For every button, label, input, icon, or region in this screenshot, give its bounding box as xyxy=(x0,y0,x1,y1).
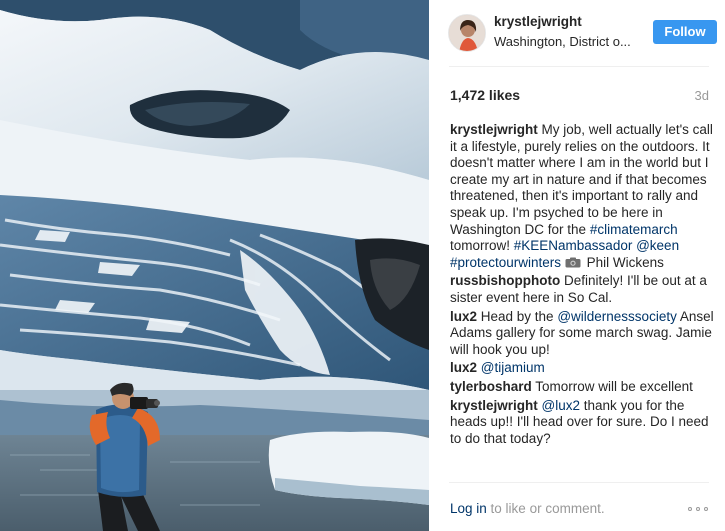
comment-text: Tomorrow will be excellent xyxy=(531,378,693,394)
mention-link[interactable]: @wildernesssociety xyxy=(557,309,677,324)
comment-username[interactable]: tylerboshard xyxy=(450,379,532,394)
caption-text: Phil Wickens xyxy=(582,254,664,270)
follow-button[interactable]: Follow xyxy=(653,20,717,44)
comment-text: Head by the xyxy=(477,308,558,324)
mention-link[interactable]: @tijamium xyxy=(481,360,545,375)
comments-list[interactable]: krystlejwright My job, well actually let… xyxy=(450,122,714,479)
caption-text: My job, well actually let's call it a li… xyxy=(450,122,713,237)
divider xyxy=(449,482,709,483)
comment-username[interactable]: krystlejwright xyxy=(450,398,538,413)
caption-text: tomorrow! xyxy=(450,238,514,254)
mention-link[interactable]: @keen xyxy=(636,238,679,253)
post-photo[interactable] xyxy=(0,0,429,531)
camera-icon xyxy=(565,257,581,268)
comment-item: lux2 Head by the @wildernesssociety Anse… xyxy=(450,309,714,359)
post-header: krystlejwright Washington, District o...… xyxy=(429,0,725,67)
hashtag-link[interactable]: #climatemarch xyxy=(590,222,678,237)
hashtag-link[interactable]: #KEENambassador xyxy=(514,238,633,253)
avatar-image xyxy=(449,15,485,51)
post-author-username[interactable]: krystlejwright xyxy=(494,14,582,29)
post-location[interactable]: Washington, District o... xyxy=(494,34,640,49)
login-prompt-text: to like or comment. xyxy=(486,501,605,516)
comment-username[interactable]: lux2 xyxy=(450,309,477,324)
more-options-icon[interactable] xyxy=(688,504,710,514)
glacier-photo-image xyxy=(0,0,429,531)
comment-username[interactable]: russbishopphoto xyxy=(450,273,560,288)
comment-username[interactable]: lux2 xyxy=(450,360,477,375)
comment-item: tylerboshard Tomorrow will be excellent xyxy=(450,379,714,396)
likes-count[interactable]: 1,472 likes xyxy=(450,87,520,103)
comment-item: krystlejwright @lux2 thank you for the h… xyxy=(450,398,714,448)
post-details-panel: krystlejwright Washington, District o...… xyxy=(429,0,725,531)
caption: krystlejwright My job, well actually let… xyxy=(450,122,714,271)
caption-username[interactable]: krystlejwright xyxy=(450,122,538,137)
avatar[interactable] xyxy=(448,14,486,52)
divider xyxy=(449,66,709,67)
comment-item: russbishopphoto Definitely! I'll be out … xyxy=(450,273,714,306)
mention-link[interactable]: @lux2 xyxy=(542,398,580,413)
hashtag-link[interactable]: #protectourwinters xyxy=(450,255,561,270)
post-age[interactable]: 3d xyxy=(695,88,709,103)
login-prompt: Log in to like or comment. xyxy=(450,501,605,516)
comment-item: lux2 @tijamium xyxy=(450,360,714,377)
login-link[interactable]: Log in xyxy=(450,501,487,516)
